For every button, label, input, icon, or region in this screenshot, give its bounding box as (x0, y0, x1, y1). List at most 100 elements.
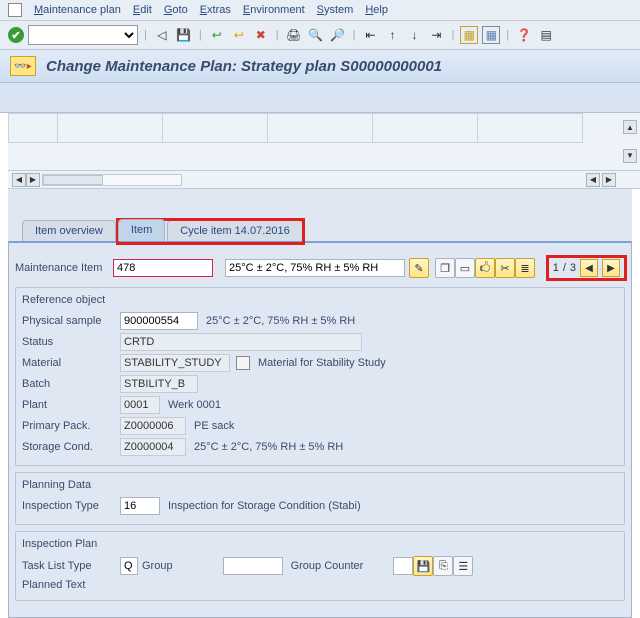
menubar: Maintenance plan Edit Goto Extras Enviro… (0, 0, 640, 21)
menu-environment[interactable]: Environment (243, 4, 305, 16)
menu-extras[interactable]: Extras (200, 4, 231, 16)
choose-icon[interactable]: ⎘ (433, 556, 453, 576)
pager-current: 1 (553, 262, 559, 274)
reference-object-title: Reference object (20, 292, 620, 312)
exit-icon[interactable]: ↩ (208, 26, 226, 44)
find-next-icon[interactable]: 🔎 (329, 26, 347, 44)
physical-sample-desc: 25°C ± 2°C, 75% RH ± 5% RH (206, 315, 355, 327)
primary-pack-value: Z0000006 (120, 417, 186, 435)
copy-icon[interactable]: ❐ (435, 258, 455, 278)
status-value: CRTD (120, 333, 362, 351)
batch-value: STBILITY_B (120, 375, 198, 393)
grid-cell[interactable] (268, 113, 373, 143)
detail-icon[interactable]: ☰ (453, 556, 473, 576)
planning-data-title: Planning Data (20, 477, 620, 497)
new-session-icon[interactable]: ▦ (460, 26, 478, 44)
hscroll-thumb[interactable] (43, 175, 103, 185)
window-menu-icon[interactable] (8, 3, 22, 17)
grid-cell[interactable] (163, 113, 268, 143)
pager-sep: / (563, 262, 566, 274)
scroll-right2-icon[interactable]: ▶ (602, 173, 616, 187)
plant-desc: Werk 0001 (168, 399, 221, 411)
maint-item-desc-input[interactable] (225, 259, 405, 277)
menu-help[interactable]: Help (365, 4, 388, 16)
tabstrip: Item overview Item Cycle item 14.07.2016 (22, 219, 632, 241)
storage-cond-desc: 25°C ± 2°C, 75% RH ± 5% RH (194, 441, 343, 453)
tab-item[interactable]: Item (118, 219, 165, 241)
maint-item-id-input[interactable] (113, 259, 213, 277)
standard-toolbar: ✔ | ◁ 💾 | ↩ ↩ ✖ | 🖨 🔍 🔎 | ⇤ ↑ ↓ ⇥ | ▦ ▦ … (0, 21, 640, 50)
save-icon[interactable]: 💾 (175, 26, 193, 44)
menu-system[interactable]: System (317, 4, 354, 16)
back-icon[interactable]: ◁ (153, 26, 171, 44)
planning-data-group: Planning Data Inspection Type Inspection… (15, 472, 625, 525)
grid-cell[interactable] (58, 113, 163, 143)
inspection-type-input[interactable] (120, 497, 160, 515)
first-page-icon[interactable]: ⇤ (361, 26, 379, 44)
physical-sample-label: Physical sample (20, 315, 120, 327)
scroll-down-icon[interactable]: ▼ (623, 149, 637, 163)
create-icon[interactable]: ▭ (455, 258, 475, 278)
inspection-type-desc: Inspection for Storage Condition (Stabi) (168, 500, 361, 512)
next-page-icon[interactable]: ↓ (405, 26, 423, 44)
reference-object-group: Reference object Physical sample 25°C ± … (15, 287, 625, 466)
task-list-type-input[interactable] (120, 557, 138, 575)
shortcut-icon[interactable]: ▦ (482, 26, 500, 44)
menu-maintenance-plan[interactable]: Maintenance plan (34, 4, 121, 16)
grid-hscroll: ◀ ▶ ◀ ▶ (8, 171, 640, 189)
inspection-type-label: Inspection Type (20, 500, 120, 512)
app-toolbar-band (0, 83, 640, 113)
tab-item-overview[interactable]: Item overview (22, 220, 116, 241)
material-checkbox[interactable] (236, 356, 250, 370)
primary-pack-desc: PE sack (194, 420, 234, 432)
maint-item-label: Maintenance Item (13, 262, 113, 274)
item-pager: 1 / 3 ◀ ▶ (546, 255, 627, 281)
menu-goto[interactable]: Goto (164, 4, 188, 16)
enter-icon[interactable]: ✔ (8, 27, 24, 43)
inspection-plan-title: Inspection Plan (20, 536, 620, 556)
tab-body: Maintenance Item ✎ ❐ ▭ 🖒 ✂ ≣ 1 / 3 ◀ ▶ R… (8, 241, 632, 618)
menu-edit[interactable]: Edit (133, 4, 152, 16)
primary-pack-label: Primary Pack. (20, 420, 120, 432)
edit-text-icon[interactable]: ✎ (409, 258, 429, 278)
batch-label: Batch (20, 378, 120, 390)
scroll-up-icon[interactable]: ▲ (623, 120, 637, 134)
command-field[interactable] (28, 25, 138, 45)
last-page-icon[interactable]: ⇥ (427, 26, 445, 44)
physical-sample-input[interactable] (120, 312, 198, 330)
page-title: Change Maintenance Plan: Strategy plan S… (46, 58, 442, 75)
local-layout-icon[interactable]: ▤ (537, 26, 555, 44)
hscroll-track[interactable] (42, 174, 182, 186)
pager-prev-icon[interactable]: ◀ (580, 259, 598, 277)
help-icon[interactable]: ❓ (515, 26, 533, 44)
delete-icon[interactable]: ✂ (495, 258, 515, 278)
material-desc: Material for Stability Study (258, 357, 386, 369)
grid-cell[interactable] (8, 113, 58, 143)
status-label: Status (20, 336, 120, 348)
grid-cell[interactable] (373, 113, 478, 143)
app-icon[interactable]: 👓▸ (10, 56, 36, 76)
cancel-icon[interactable]: ↩ (230, 26, 248, 44)
storage-cond-label: Storage Cond. (20, 441, 120, 453)
scroll-left2-icon[interactable]: ◀ (586, 173, 600, 187)
close-icon[interactable]: ✖ (252, 26, 270, 44)
scroll-right-icon[interactable]: ▶ (26, 173, 40, 187)
save-selection-icon[interactable]: 💾 (413, 556, 433, 576)
scroll-left-icon[interactable]: ◀ (12, 173, 26, 187)
pager-next-icon[interactable]: ▶ (602, 259, 620, 277)
group-counter-input[interactable] (393, 557, 413, 575)
planned-text-label: Planned Text (20, 579, 120, 591)
task-list-type-label: Task List Type (20, 560, 120, 572)
material-label: Material (20, 357, 120, 369)
prev-page-icon[interactable]: ↑ (383, 26, 401, 44)
inspection-plan-group: Inspection Plan Task List Type Group Gro… (15, 531, 625, 601)
find-icon[interactable]: 🔍 (307, 26, 325, 44)
assign-icon[interactable]: 🖒 (475, 258, 495, 278)
list-icon[interactable]: ≣ (515, 258, 535, 278)
pager-total: 3 (570, 262, 576, 274)
plant-label: Plant (20, 399, 120, 411)
group-input[interactable] (223, 557, 283, 575)
print-icon[interactable]: 🖨 (285, 26, 303, 44)
storage-cond-value: Z0000004 (120, 438, 186, 456)
grid-cell[interactable] (478, 113, 583, 143)
